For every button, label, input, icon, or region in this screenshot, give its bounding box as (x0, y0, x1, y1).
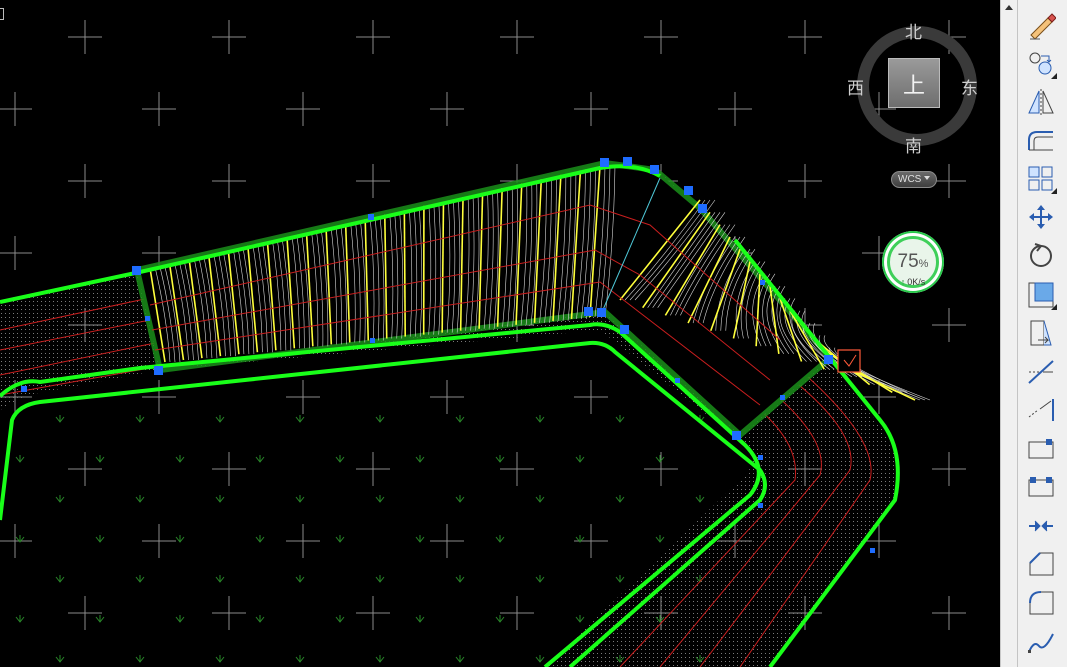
extend-tool-button[interactable] (1024, 393, 1058, 427)
compass-east[interactable]: 东 (961, 74, 978, 99)
join-icon (1029, 520, 1053, 531)
chevron-down-icon (924, 176, 930, 180)
erase-icon (1030, 13, 1056, 40)
blend-curves-tool-button[interactable] (1024, 624, 1058, 658)
fillet-icon (1029, 590, 1054, 614)
arrow-up-icon: ↑ (900, 277, 906, 287)
scroll-up-arrow-icon[interactable] (1005, 5, 1013, 10)
chamfer-tool-button[interactable] (1024, 547, 1058, 581)
offset-tool-button[interactable] (1024, 124, 1058, 158)
break-at-point-tool-button[interactable] (1024, 432, 1058, 466)
viewcube-top-face[interactable]: 上 (888, 58, 940, 108)
flyout-indicator-icon (1051, 303, 1057, 310)
rotate-icon (1030, 243, 1052, 267)
break-at-point-icon (1028, 438, 1054, 458)
stretch-tool-button[interactable] (1024, 316, 1058, 350)
compass-west[interactable]: 西 (847, 74, 864, 99)
mirror-icon (1028, 89, 1054, 115)
performance-gauge: 75% ↑ 0K/s (887, 236, 939, 288)
viewcube[interactable]: 上 北 南 西 东 (847, 22, 978, 157)
break-icon (1028, 477, 1054, 497)
array-tool-button[interactable] (1024, 162, 1058, 196)
flyout-indicator-icon (1051, 188, 1057, 194)
embankment-area (133, 159, 835, 440)
join-tool-button[interactable] (1024, 509, 1058, 543)
extend-icon (1028, 399, 1054, 421)
scale-tool-button[interactable] (1024, 278, 1058, 312)
offset-icon (1028, 130, 1053, 150)
performance-percent: 75% (890, 251, 936, 273)
fillet-tool-button[interactable] (1024, 586, 1058, 620)
trim-icon (1028, 359, 1054, 384)
modify-toolbar (1017, 0, 1067, 667)
viewcube-face-label: 上 (902, 74, 925, 99)
compass-south[interactable]: 南 (905, 132, 922, 157)
move-icon (1029, 204, 1053, 229)
performance-percent-unit: % (918, 258, 929, 270)
flyout-indicator-icon (1051, 72, 1057, 79)
rotate-tool-button[interactable] (1024, 239, 1058, 273)
vertical-scrollbar[interactable] (1000, 0, 1017, 667)
wcs-label: WCS (898, 174, 922, 185)
grip-menu-marker (837, 349, 861, 373)
trim-tool-button[interactable] (1024, 355, 1058, 389)
window-edge-mark (0, 8, 4, 20)
compass-north[interactable]: 北 (905, 18, 922, 43)
break-tool-button[interactable] (1024, 470, 1058, 504)
stretch-icon (1030, 320, 1052, 346)
drawing-canvas[interactable]: 上 北 南 西 东 WCS 75% ↑ 0K/s (0, 0, 1000, 667)
cad-drawing[interactable] (0, 0, 1000, 667)
copy-tool-button[interactable] (1024, 47, 1058, 81)
network-speed: ↑ 0K/s (890, 277, 936, 287)
erase-tool-button[interactable] (1024, 8, 1058, 42)
move-tool-button[interactable] (1024, 201, 1058, 235)
blend-curves-icon (1028, 633, 1054, 653)
wcs-menu-button[interactable]: WCS (891, 171, 937, 188)
network-speed-value: 0K/s (907, 277, 926, 287)
mirror-tool-button[interactable] (1024, 85, 1058, 119)
performance-widget[interactable]: 75% ↑ 0K/s (882, 231, 944, 293)
performance-percent-value: 75 (897, 251, 919, 272)
chamfer-icon (1029, 552, 1054, 576)
